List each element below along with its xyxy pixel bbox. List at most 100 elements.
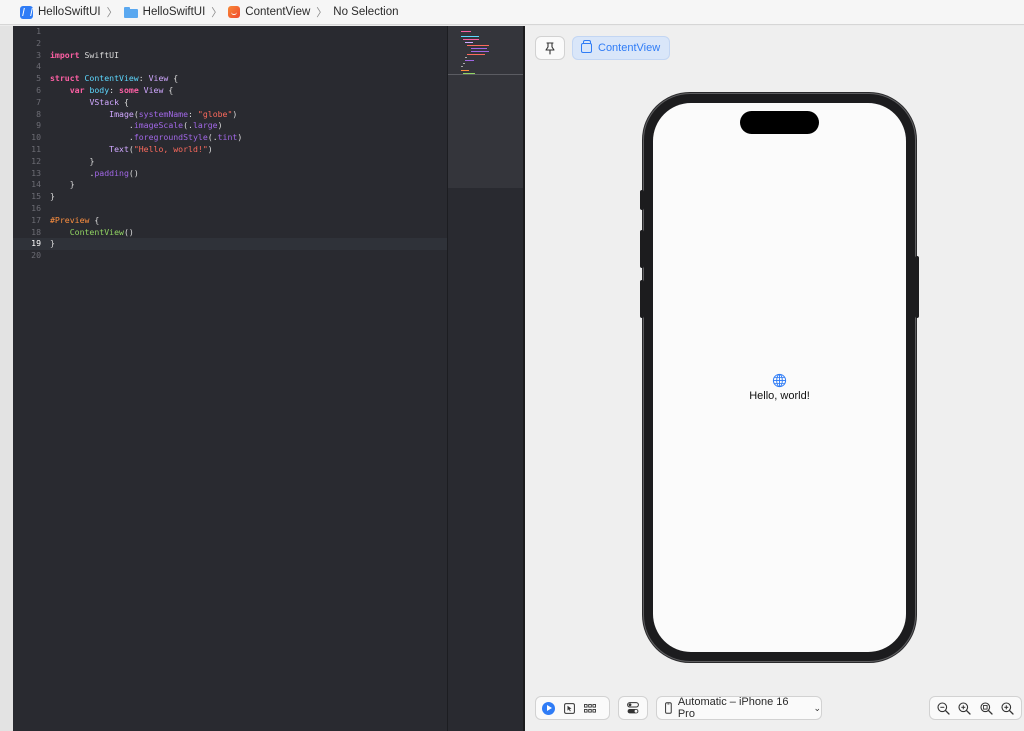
line-number: 8 xyxy=(36,108,41,119)
token-string: "globe" xyxy=(197,108,233,119)
code-line-7: VStack { xyxy=(50,97,447,109)
token-punct: ) xyxy=(237,132,243,143)
line-number: 11 xyxy=(31,143,41,154)
minimap-line xyxy=(463,39,479,40)
code-line-8: Image(systemName: "globe") xyxy=(50,109,447,121)
line-number: 4 xyxy=(36,61,41,72)
minimap-line xyxy=(463,63,465,64)
zoom-out-icon[interactable] xyxy=(937,701,950,715)
breadcrumb-selection[interactable]: No Selection xyxy=(333,6,398,18)
volume-up-button xyxy=(640,230,644,268)
device-picker[interactable]: Automatic – iPhone 16 Pro ⌄ xyxy=(656,696,822,720)
code-line-14: } xyxy=(50,179,447,191)
minimap[interactable] xyxy=(447,26,524,731)
minimap-line xyxy=(465,57,467,58)
token-property: body xyxy=(84,84,110,95)
grid-icon[interactable] xyxy=(584,703,596,713)
chevron-down-icon: ⌄ xyxy=(813,702,821,713)
line-number: 1 xyxy=(36,26,41,36)
token-punct: } xyxy=(89,155,95,166)
minimap-line xyxy=(465,60,474,61)
iphone-icon xyxy=(665,702,672,714)
selectable-icon[interactable] xyxy=(564,702,575,714)
line-number-gutter: 1 2 3 4 5 6 7 8 9 10 11 12 13 14 15 16 1… xyxy=(13,26,43,731)
power-button xyxy=(915,256,919,318)
token-string: "Hello, world!" xyxy=(133,143,208,154)
token-punct: (. xyxy=(183,120,193,131)
minimap-line xyxy=(461,66,463,67)
code-line-17: #Preview { xyxy=(50,215,447,227)
variants-icon xyxy=(627,702,639,714)
zoom-in-icon[interactable] xyxy=(958,701,972,715)
preview-tab-contentview[interactable]: ContentView xyxy=(572,36,671,60)
token-method: foregroundStyle xyxy=(133,132,208,143)
token-method: imageScale xyxy=(133,120,184,131)
breadcrumb-project[interactable]: HelloSwiftUI xyxy=(20,5,101,19)
code-line-11: Text("Hello, world!") xyxy=(50,144,447,156)
breadcrumb-file[interactable]: ContentView xyxy=(228,6,310,18)
token-punct: : xyxy=(188,108,198,119)
token-type: View xyxy=(138,84,164,95)
token-type: View xyxy=(148,73,169,84)
variants-button[interactable] xyxy=(618,696,648,720)
minimap-line xyxy=(471,48,487,49)
token-type-name: ContentView xyxy=(79,73,139,84)
minimap-line xyxy=(461,70,469,71)
preview-canvas: ContentView Hello, world! Automatic – iP… xyxy=(525,26,1024,731)
pin-preview-button[interactable] xyxy=(535,36,565,60)
volume-down-button xyxy=(640,280,644,318)
breadcrumb-project-label: HelloSwiftUI xyxy=(38,6,101,18)
token-punct: { xyxy=(168,73,179,84)
line-number: 7 xyxy=(36,96,41,107)
token-type: Text xyxy=(109,143,129,154)
minimap-line xyxy=(467,54,485,55)
swift-file-icon xyxy=(228,6,241,18)
iphone-device-frame: Hello, world! xyxy=(640,94,919,661)
zoom-actual-icon[interactable] xyxy=(1001,701,1014,715)
token-label: systemName xyxy=(138,108,189,119)
line-number: 13 xyxy=(31,167,41,178)
code-line-13: .padding() xyxy=(50,168,447,180)
token-keyword: struct xyxy=(50,73,80,84)
preview-mode-group xyxy=(535,696,610,720)
minimap-line xyxy=(461,31,471,32)
token-punct: } xyxy=(50,191,55,202)
line-number: 14 xyxy=(31,179,41,190)
breadcrumb-separator-icon: 〉 xyxy=(316,7,328,19)
code-line-18: ContentView() xyxy=(50,227,447,239)
breadcrumb-file-label: ContentView xyxy=(245,6,311,18)
token-punct: : xyxy=(109,84,120,95)
line-number: 6 xyxy=(36,84,41,95)
source-editor[interactable]: 1 2 3 4 5 6 7 8 9 10 11 12 13 14 15 16 1… xyxy=(13,26,447,731)
breadcrumb-group[interactable]: HelloSwiftUI xyxy=(123,6,206,18)
play-icon[interactable] xyxy=(542,701,555,715)
token-type-ref: ContentView xyxy=(69,226,124,237)
token-type: VStack xyxy=(89,96,120,107)
token-type: Image xyxy=(109,108,134,119)
line-number: 3 xyxy=(36,49,41,60)
pin-icon xyxy=(545,41,555,55)
code-text[interactable]: import SwiftUI struct ContentView: View … xyxy=(50,26,447,262)
minimap-divider xyxy=(448,74,524,75)
line-number: 16 xyxy=(31,202,41,213)
dynamic-island xyxy=(740,111,819,134)
line-number: 17 xyxy=(31,214,41,225)
code-line-5: struct ContentView: View { xyxy=(50,73,447,85)
token-punct: : xyxy=(138,73,149,84)
phone-screen[interactable]: Hello, world! xyxy=(653,103,906,652)
token-keyword: import xyxy=(50,49,80,60)
token-module: SwiftUI xyxy=(79,49,120,60)
preview-tab-label: ContentView xyxy=(598,42,661,54)
line-number: 2 xyxy=(36,37,41,48)
token-method: padding xyxy=(94,167,129,178)
minimap-line xyxy=(467,45,489,46)
zoom-fit-icon[interactable] xyxy=(980,701,993,715)
line-number: 12 xyxy=(31,155,41,166)
breadcrumb-group-label: HelloSwiftUI xyxy=(142,6,206,18)
code-line-9: .imageScale(.large) xyxy=(50,120,447,132)
